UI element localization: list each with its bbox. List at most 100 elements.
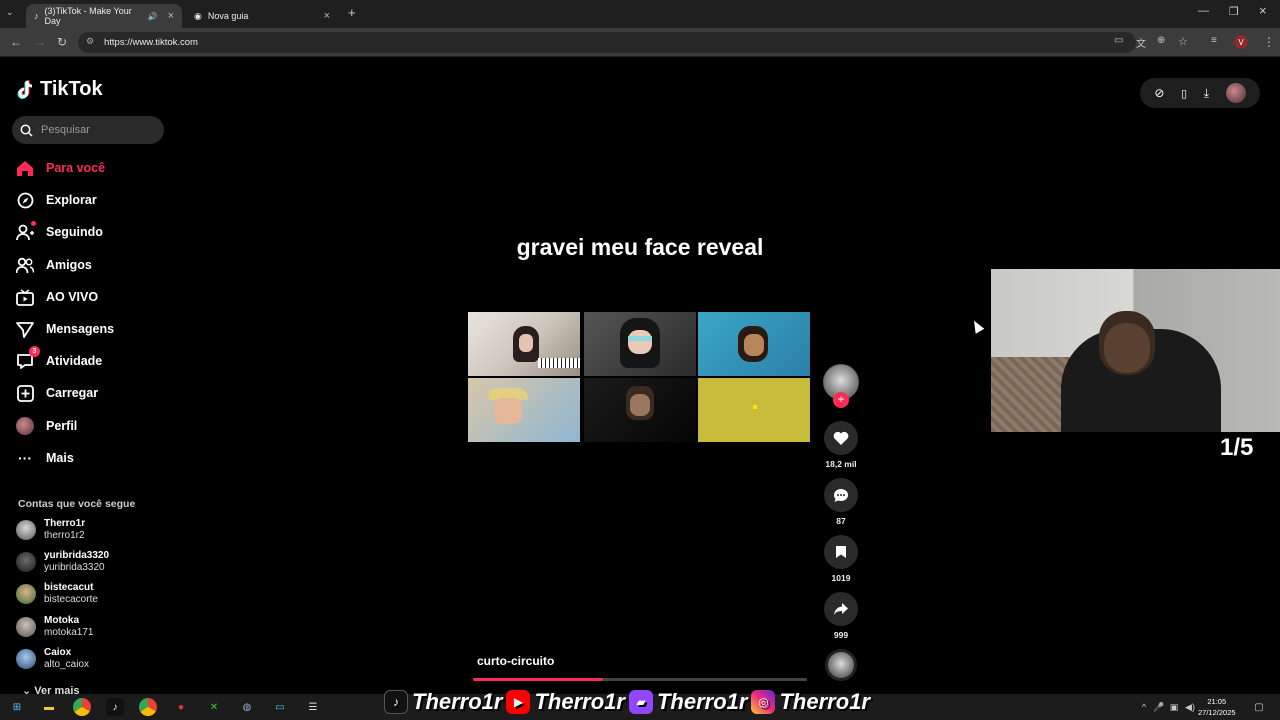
reading-list-icon[interactable]: ≡ xyxy=(1211,35,1217,46)
speaker-icon[interactable]: 🔊 xyxy=(148,12,158,21)
video-title: gravei meu face reveal xyxy=(516,234,764,260)
video-progress-bar[interactable] xyxy=(473,678,807,681)
reload-icon[interactable]: ↻ xyxy=(57,35,67,49)
nav-label: Seguindo xyxy=(46,225,103,239)
nav-label: Perfil xyxy=(46,419,78,433)
xbox-icon[interactable]: ✕ xyxy=(205,698,223,716)
bookmark-star-icon[interactable]: ☆ xyxy=(1178,35,1188,48)
author-avatar-button[interactable]: + xyxy=(822,364,860,408)
following-account[interactable]: Motoka motoka171 xyxy=(16,615,93,639)
sound-disc-icon xyxy=(825,649,857,681)
nav-item-ao-vivo[interactable]: AO VIVO xyxy=(16,288,98,306)
nav-label: Carregar xyxy=(46,386,99,400)
following-account[interactable]: Therro1r therro1r2 xyxy=(16,518,85,542)
like-count: 18,2 mil xyxy=(825,459,857,469)
app-window-icon[interactable]: ▭ xyxy=(271,698,289,716)
video-thumbnail xyxy=(584,312,696,376)
restore-icon[interactable]: ❐ xyxy=(1229,5,1239,18)
share-icon[interactable] xyxy=(824,592,858,626)
video-thumbnail xyxy=(468,312,580,376)
search-icon xyxy=(20,124,33,137)
share-count: 999 xyxy=(833,630,849,640)
clock-date: 27/12/2025 xyxy=(1198,708,1236,717)
nav-item-para-voce[interactable]: Para você xyxy=(16,159,105,177)
search-input[interactable]: Pesquisar xyxy=(12,116,164,144)
tiktok-logo[interactable]: TikTok xyxy=(16,78,103,101)
tiktok-app-icon[interactable]: ♪ xyxy=(106,698,124,716)
nav-item-explorar[interactable]: Explorar xyxy=(16,191,97,209)
tab-tiktok[interactable]: ♪ (3)TikTok - Make Your Day 🔊 × xyxy=(26,4,182,28)
notification-icon[interactable]: ▢ xyxy=(1250,698,1268,716)
close-window-icon[interactable]: × xyxy=(1259,3,1267,18)
compass-icon[interactable]: ⊘ xyxy=(1154,86,1164,100)
instagram-icon: ◎ xyxy=(751,690,776,714)
comment-action[interactable]: 87 xyxy=(822,478,860,526)
obs-icon[interactable]: ● xyxy=(172,698,190,716)
video-thumbnail xyxy=(468,378,580,442)
video-thumbnail xyxy=(584,378,696,442)
url-field[interactable]: ⚙ https://www.tiktok.com xyxy=(78,32,1136,53)
notepad-icon[interactable]: ☰ xyxy=(304,698,322,716)
heart-icon[interactable] xyxy=(824,421,858,455)
video-player[interactable] xyxy=(468,312,812,444)
account-handle: motoka171 xyxy=(44,627,94,638)
translate-icon[interactable]: 文 xyxy=(1136,35,1146,50)
sidebar: TikTok Pesquisar Para você Explorar Segu… xyxy=(0,58,175,697)
avatar xyxy=(16,584,36,604)
account-name: Motoka xyxy=(44,615,79,626)
close-tab-icon[interactable]: × xyxy=(324,10,330,22)
volume-icon[interactable]: ◀) xyxy=(1181,698,1199,716)
like-action[interactable]: 18,2 mil xyxy=(822,421,860,469)
site-info-icon[interactable]: ⚙ xyxy=(86,36,94,47)
account-handle: therro1r2 xyxy=(44,530,85,541)
banner-handle: Therro1r xyxy=(534,689,625,714)
forward-icon[interactable]: → xyxy=(34,35,46,49)
webcam-overlay xyxy=(991,269,1280,432)
new-tab-icon[interactable]: + xyxy=(348,5,356,20)
account-name: Caiox xyxy=(44,647,72,658)
steam-icon[interactable]: ◍ xyxy=(238,698,256,716)
menu-icon[interactable]: ⋮ xyxy=(1263,35,1275,49)
following-account[interactable]: bistecacut bistecacorte xyxy=(16,582,98,606)
tiktok-favicon-icon: ♪ xyxy=(34,11,39,21)
file-explorer-icon[interactable]: ▬ xyxy=(40,698,58,716)
comment-icon[interactable] xyxy=(824,478,858,512)
following-account[interactable]: Caiox alto_caiox xyxy=(16,647,89,671)
video-author[interactable]: curto-circuito xyxy=(477,654,554,668)
profile-avatar xyxy=(16,417,34,435)
zoom-icon[interactable]: ⊕ xyxy=(1157,35,1165,46)
save-action[interactable]: 1019 xyxy=(822,535,860,583)
nav-item-amigos[interactable]: Amigos xyxy=(16,256,92,274)
profile-avatar[interactable] xyxy=(1225,83,1246,103)
minimize-icon[interactable]: — xyxy=(1198,5,1209,17)
nav-item-seguindo[interactable]: Seguindo xyxy=(16,221,103,241)
url-text: https://www.tiktok.com xyxy=(104,37,198,48)
follow-plus-icon[interactable]: + xyxy=(833,392,849,408)
tab-list-icon[interactable]: ⌄ xyxy=(6,7,14,18)
sound-disc-button[interactable] xyxy=(822,649,860,681)
logo-text: TikTok xyxy=(40,78,103,100)
tiktok-logo-icon xyxy=(17,79,33,99)
nav-item-atividade[interactable]: 3 Atividade xyxy=(16,346,102,370)
bookmark-icon[interactable] xyxy=(824,535,858,569)
account-name: yuribrida3320 xyxy=(44,550,110,561)
nav-item-mais[interactable]: ··· Mais xyxy=(16,449,74,467)
activity-badge: 3 xyxy=(29,346,40,357)
download-icon[interactable]: ⤓ xyxy=(1204,86,1209,101)
avatar xyxy=(16,617,36,637)
back-icon[interactable]: ← xyxy=(10,35,22,49)
chrome-icon[interactable] xyxy=(73,698,91,716)
share-action[interactable]: 999 xyxy=(822,592,860,640)
chrome-profile-icon[interactable] xyxy=(139,698,157,716)
cast-icon[interactable]: ▭ xyxy=(1114,35,1123,46)
tab-new[interactable]: ◉ Nova guia × xyxy=(186,4,338,28)
nav-item-perfil[interactable]: Perfil xyxy=(16,417,77,435)
phone-icon[interactable]: ▯ xyxy=(1181,87,1187,100)
close-tab-icon[interactable]: × xyxy=(168,10,174,22)
windows-start-icon[interactable]: ⊞ xyxy=(8,698,26,716)
system-clock[interactable]: 21:05 27/12/2025 xyxy=(1198,696,1236,718)
nav-item-mensagens[interactable]: Mensagens xyxy=(16,320,114,338)
following-account[interactable]: yuribrida3320 yuribrida3320 xyxy=(16,550,109,574)
nav-item-carregar[interactable]: Carregar xyxy=(16,384,98,402)
profile-avatar-icon[interactable]: V xyxy=(1234,35,1248,49)
